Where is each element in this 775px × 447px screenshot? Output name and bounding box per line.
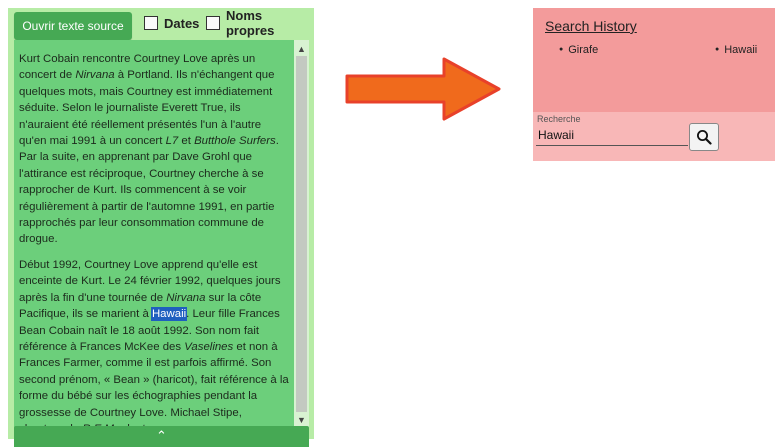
italic-text: L7	[165, 135, 179, 148]
text-run: et	[178, 135, 195, 148]
proper-nouns-checkbox-label: Noms propres	[225, 8, 275, 38]
right-arrow-icon	[345, 57, 501, 121]
search-input[interactable]	[536, 125, 688, 146]
search-panel: Search History Girafe Hawaii Recherche	[533, 8, 775, 161]
magnifier-icon	[697, 130, 712, 145]
text-run: . Par la suite, en apprenant par Dave Gr…	[19, 135, 279, 246]
scroll-up-arrow-icon[interactable]: ▲	[294, 42, 309, 56]
proper-nouns-checkbox-box[interactable]	[206, 16, 220, 30]
open-source-text-button[interactable]: Ouvrir texte source	[14, 12, 132, 40]
scroll-down-arrow-icon[interactable]: ▼	[294, 413, 309, 427]
chevron-up-icon: ⌃	[156, 428, 167, 443]
history-item-girafe[interactable]: Girafe	[559, 44, 598, 56]
italic-text: Nirvana	[166, 291, 206, 304]
highlighted-term[interactable]: Hawaii	[150, 307, 188, 322]
history-item-hawaii[interactable]: Hawaii	[715, 44, 757, 56]
search-field-label: Recherche	[537, 114, 581, 124]
source-text-panel: Ouvrir texte source Dates Noms propres K…	[8, 8, 314, 447]
scrollbar-thumb[interactable]	[296, 56, 307, 412]
dates-checkbox-label: Dates	[164, 15, 200, 31]
search-history-title: Search History	[545, 18, 637, 34]
dates-checkbox-box[interactable]	[144, 16, 158, 30]
dates-checkbox[interactable]: Dates	[144, 15, 199, 31]
italic-text: Nirvana	[75, 69, 115, 82]
text-run: et non à Frances Farmer, comme il est pa…	[19, 340, 289, 429]
vertical-scrollbar[interactable]: ▲ ▼	[294, 40, 309, 429]
italic-text: Vaselines	[184, 340, 234, 353]
toolbar: Ouvrir texte source Dates Noms propres	[8, 8, 314, 40]
search-button[interactable]	[689, 123, 719, 151]
proper-nouns-checkbox[interactable]: Noms propres	[206, 8, 314, 38]
text-paragraph: Début 1992, Courtney Love apprend qu'ell…	[19, 257, 289, 429]
source-text-content: Kurt Cobain rencontre Courtney Love aprè…	[19, 51, 289, 429]
collapse-toggle-button[interactable]: ⌃	[14, 426, 309, 447]
search-history-section: Search History Girafe Hawaii	[533, 8, 775, 112]
text-paragraph: Kurt Cobain rencontre Courtney Love aprè…	[19, 51, 289, 248]
source-text-area[interactable]: Kurt Cobain rencontre Courtney Love aprè…	[14, 40, 309, 429]
italic-text: Butthole Surfers	[194, 135, 276, 148]
